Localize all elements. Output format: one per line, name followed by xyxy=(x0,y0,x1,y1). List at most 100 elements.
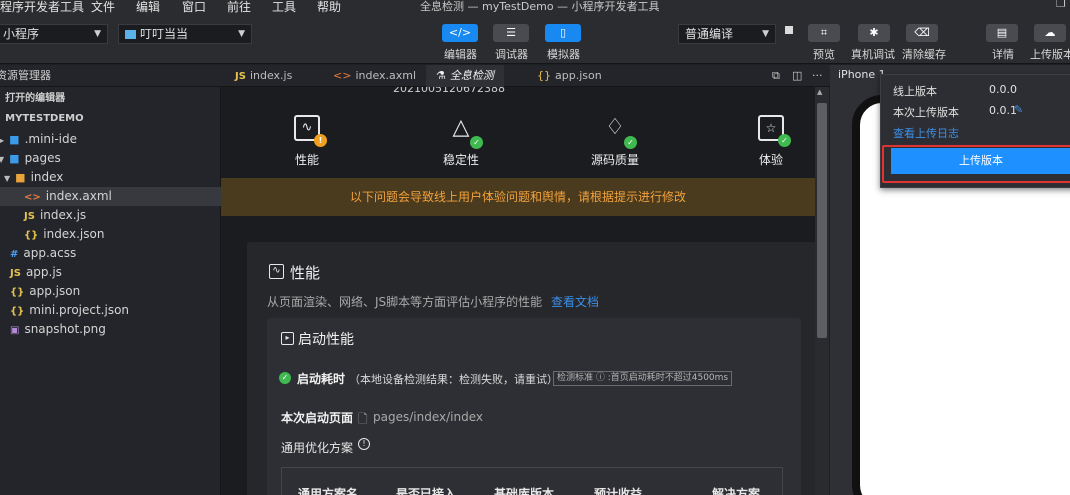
tab-label: 全息检测 xyxy=(449,69,494,82)
app-select-value: 叮叮当当 xyxy=(140,27,189,41)
json-file-icon: {} xyxy=(10,306,25,317)
xml-file-icon: <> xyxy=(333,69,352,82)
tree-label: snapshot.png xyxy=(24,322,106,336)
diamond-icon: ♢ ✓ xyxy=(602,115,637,149)
view-upload-log-link[interactable]: 查看上传日志 xyxy=(893,125,959,141)
tree-label: app.acss xyxy=(23,246,77,260)
tree-item-app-acss[interactable]: # app.acss xyxy=(0,244,221,263)
tree-label: app.js xyxy=(25,265,62,279)
tree-item-mini-ide[interactable]: ▶ ■ .mini-ide xyxy=(0,130,221,149)
flask-icon: ⚗ xyxy=(436,69,446,82)
tree-item-mini-project-json[interactable]: {} mini.project.json xyxy=(0,301,221,320)
optimize-label: 通用优化方案 xyxy=(281,441,354,455)
stop-icon[interactable] xyxy=(785,26,793,34)
restore-icon[interactable]: ❐ xyxy=(1056,0,1066,10)
chevron-down-icon: ▼ xyxy=(4,174,11,183)
tab-index-js[interactable]: JS index.js xyxy=(235,65,292,87)
window-title: 全息检测 — myTestDemo — 小程序开发者工具 xyxy=(420,0,660,13)
broom-icon: ⌫ xyxy=(914,26,930,39)
js-file-icon: JS xyxy=(235,71,246,82)
tree-label: .mini-ide xyxy=(24,132,78,146)
tab-app-json[interactable]: {} app.json xyxy=(537,65,602,87)
tab-full-check[interactable]: ⚗ 全息检测 xyxy=(426,65,504,87)
metric-label: 性能 xyxy=(294,153,319,167)
open-editors-section[interactable]: ▶打开的编辑器 xyxy=(0,89,215,108)
online-version-label: 线上版本 xyxy=(893,85,937,98)
js-file-icon: JS xyxy=(10,268,21,279)
table-header: 解决方案 xyxy=(712,487,761,495)
split-editor-icon[interactable]: ⧉ xyxy=(772,65,780,87)
chevron-right-icon: ▶ xyxy=(0,136,5,145)
menu-app[interactable]: 小程序开发者工具 xyxy=(0,0,84,15)
compile-select[interactable]: 普通编译 ▼ xyxy=(678,24,776,44)
view-docs-link[interactable]: 查看文档 xyxy=(551,293,599,310)
simulator-label: 模拟器 xyxy=(547,48,580,61)
tab-label: app.json xyxy=(555,69,602,82)
menu-window[interactable]: 窗口 xyxy=(182,0,206,15)
section-label: MYTESTDEMO xyxy=(5,113,84,124)
check-circle-icon: ✓ xyxy=(279,372,291,384)
info-icon[interactable]: ! xyxy=(358,438,370,450)
scrollbar-thumb[interactable] xyxy=(817,103,827,338)
tree-label: index.axml xyxy=(45,189,112,203)
qrcode-icon: ⌗ xyxy=(820,26,828,39)
upload-toolbar-button[interactable]: ☁ xyxy=(1034,24,1066,42)
details-button[interactable]: ▤ xyxy=(986,24,1018,42)
clear-cache-button[interactable]: ⌫ xyxy=(906,24,938,42)
simulator-toggle-button[interactable]: ▯ xyxy=(545,24,581,42)
metric-experience[interactable]: ☆ ✓ 体验 xyxy=(726,115,815,168)
file-explorer: ▶打开的编辑器 ▼MYTESTDEMO ▶■.mini-ide ▼■pages … xyxy=(0,87,221,495)
more-icon[interactable]: ··· xyxy=(812,65,823,87)
health-check-panel: 20210051206723​88 ∿! 性能 △ ✓ 稳定性 ♢ ✓ 源码质量 ☆… xyxy=(221,87,815,495)
menu-go[interactable]: 前往 xyxy=(227,0,251,15)
folder-open-icon: ■ xyxy=(9,152,20,165)
tree-item-pages[interactable]: ▼ ■ pages xyxy=(0,149,221,168)
bug-icon: ✱ xyxy=(869,26,879,39)
project-section[interactable]: ▼MYTESTDEMO xyxy=(0,109,215,128)
tree-item-snapshot-png[interactable]: ▣ snapshot.png xyxy=(0,320,221,339)
menu-help[interactable]: 帮助 xyxy=(317,0,341,15)
table-header: 通用方案名 xyxy=(298,487,359,495)
chevron-down-icon: ▼ xyxy=(238,29,245,39)
preview-button[interactable]: ⌗ xyxy=(808,24,840,42)
editor-label: 编辑器 xyxy=(444,48,477,61)
menu-file[interactable]: 文件 xyxy=(91,0,115,15)
table-header: 基础库版本 xyxy=(494,487,555,495)
startup-page-label: 本次启动页面 xyxy=(281,411,354,425)
highlight-box xyxy=(882,145,1070,183)
mode-select[interactable]: 小程序 ▼ xyxy=(0,24,108,44)
sliders-icon: ☰ xyxy=(506,26,516,39)
document-icon: ▤ xyxy=(996,26,1008,39)
check-badge-icon: ✓ xyxy=(470,136,483,149)
edit-pencil-icon[interactable]: ✎ xyxy=(1014,103,1023,116)
menu-tools[interactable]: 工具 xyxy=(272,0,296,15)
metric-code-quality[interactable]: ♢ ✓ 源码质量 xyxy=(570,115,660,168)
tab-index-axml[interactable]: <> index.axml xyxy=(333,65,416,87)
warning-badge-icon: ! xyxy=(314,134,327,147)
tree-item-app-js[interactable]: JS app.js xyxy=(0,263,221,282)
metric-performance[interactable]: ∿! 性能 xyxy=(262,115,352,168)
optimize-table: 通用方案名 是否已接入 基础库版本 预计收益 解决方案 xyxy=(281,467,783,495)
table-header: 预计收益 xyxy=(594,487,643,495)
tree-item-index-js[interactable]: JS index.js xyxy=(0,206,221,225)
metric-stability[interactable]: △ ✓ 稳定性 xyxy=(416,115,506,168)
tree-item-index-axml[interactable]: <> index.axml xyxy=(0,187,221,206)
tree-item-index-folder[interactable]: ▼ ■ index xyxy=(0,168,221,187)
scroll-up-icon[interactable]: ▲ xyxy=(817,88,822,96)
toolbar: 小程序 ▼ 叮叮当当 ▼ </> 编辑器 ☰ 调试器 ▯ 模拟器 普通编译 ▼ … xyxy=(0,14,1070,64)
pulse-icon: ∿ xyxy=(269,264,284,279)
xml-file-icon: <> xyxy=(24,192,41,203)
performance-title: 性能 xyxy=(290,264,321,282)
menu-edit[interactable]: 编辑 xyxy=(136,0,160,15)
tree-item-index-json[interactable]: {} index.json xyxy=(0,225,221,244)
debugger-toggle-button[interactable]: ☰ xyxy=(493,24,529,42)
app-select[interactable]: 叮叮当当 ▼ xyxy=(118,24,252,44)
upload-version-label: 本次上传版本 xyxy=(893,106,959,119)
device-label[interactable]: iPhone 1 xyxy=(838,68,886,81)
tree-item-app-json[interactable]: {} app.json xyxy=(0,282,221,301)
editor-toggle-button[interactable]: </> xyxy=(442,24,478,42)
layout-icon[interactable]: ◫ xyxy=(792,65,802,87)
image-file-icon: ▣ xyxy=(10,325,20,336)
startup-time-label: 启动耗时 xyxy=(297,372,346,386)
remote-debug-button[interactable]: ✱ xyxy=(858,24,890,42)
